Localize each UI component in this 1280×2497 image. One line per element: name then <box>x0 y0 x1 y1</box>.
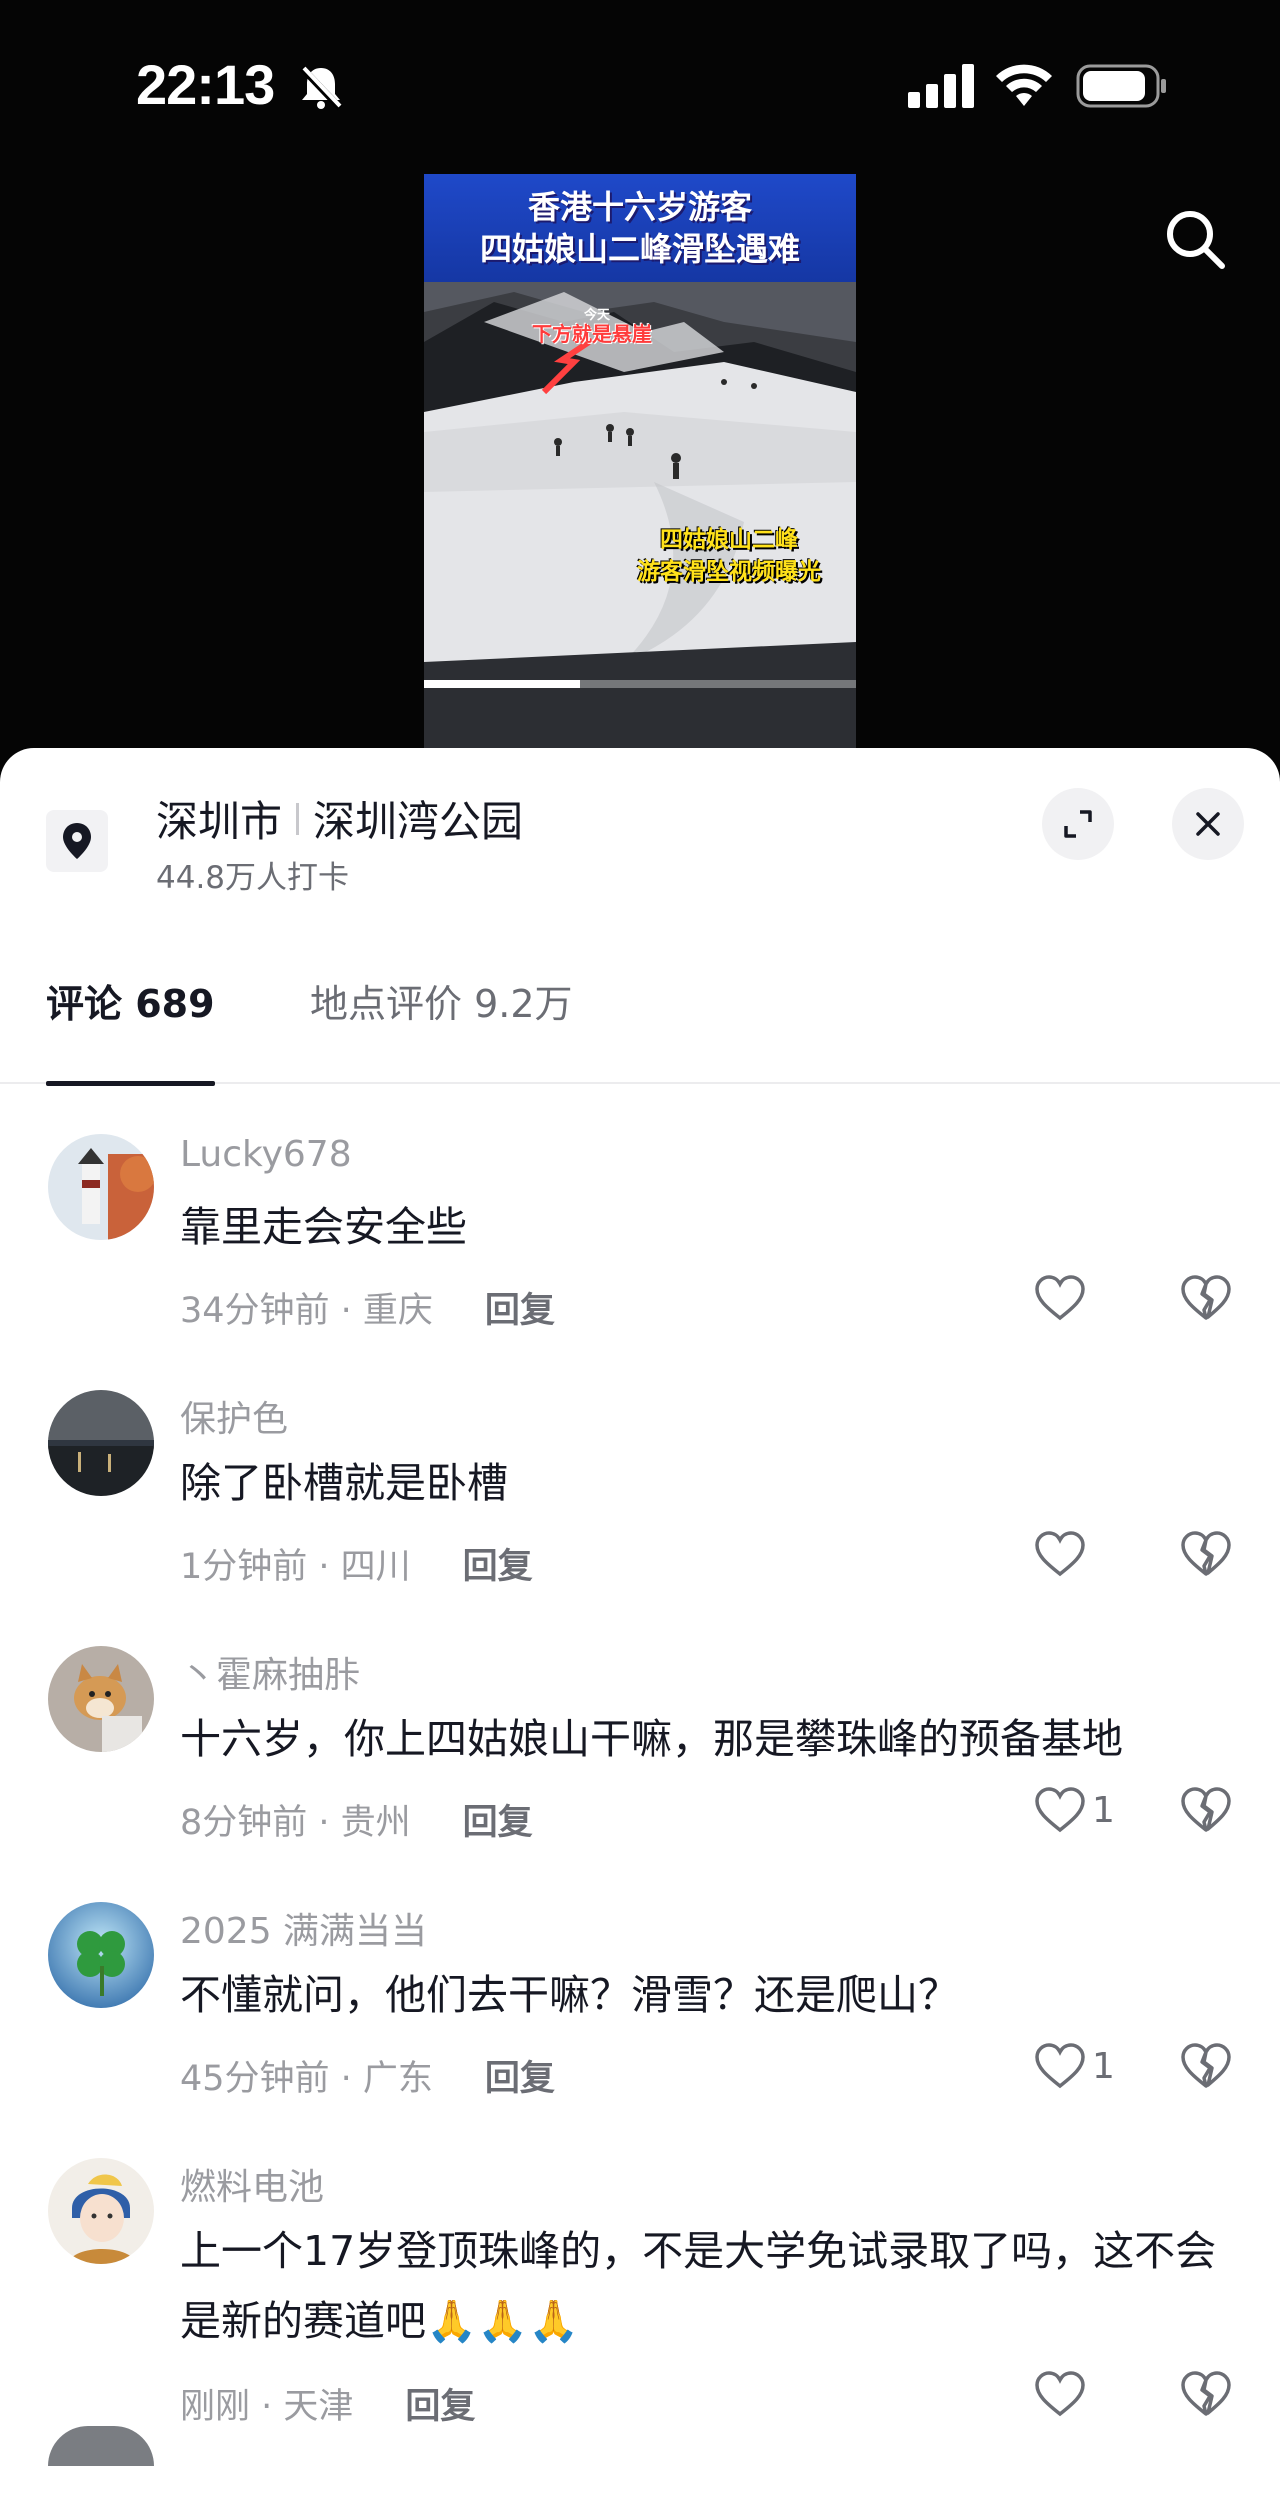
reply-button[interactable]: 回复 <box>463 1538 533 1589</box>
video-progress-bar[interactable] <box>424 680 856 688</box>
broken-heart-icon[interactable] <box>1180 1786 1232 1834</box>
location-title[interactable]: 深圳市 深圳湾公园 <box>156 788 523 849</box>
reply-button[interactable]: 回复 <box>405 2378 475 2429</box>
comment-text: 靠里走会安全些 <box>180 1203 467 1251</box>
broken-heart-icon[interactable] <box>1180 2042 1232 2090</box>
overlay-caption-line1: 四姑娘山二峰 <box>660 527 798 553</box>
comment-time-location: 刚刚 · 天津 <box>180 2387 354 2427</box>
comment-time-location: 45分钟前 · 广东 <box>180 2059 433 2099</box>
tab-comments[interactable]: 评论 689 <box>46 968 215 1086</box>
reply-button[interactable]: 回复 <box>485 1282 555 1333</box>
close-button[interactable] <box>1172 788 1244 860</box>
avatar[interactable] <box>48 2158 154 2264</box>
heart-icon <box>1035 1275 1085 1321</box>
avatar[interactable] <box>48 1646 154 1752</box>
comment-text: 上一个17岁登顶珠峰的，不是大学免试录取了吗，这不会是新的赛道吧🙏🙏🙏 <box>180 2227 1217 2345</box>
like-button[interactable] <box>1034 2370 1092 2418</box>
comment-username[interactable]: 保护色 <box>180 1390 288 1442</box>
location-city: 深圳市 <box>156 797 283 846</box>
avatar[interactable] <box>48 2426 154 2466</box>
like-count: 1 <box>1092 2045 1115 2087</box>
comment-meta: 34分钟前 · 重庆 回复 <box>180 1282 555 1333</box>
video-progress-fill <box>424 680 580 688</box>
location-pin-icon <box>46 810 108 872</box>
broken-heart-icon[interactable] <box>1180 1530 1232 1578</box>
close-icon <box>1196 812 1220 836</box>
comment-username[interactable]: 丶霍麻抽胩 <box>180 1646 360 1698</box>
video-thumbnail[interactable]: 香港十六岁游客 四姑娘山二峰滑坠遇难 今天 下方就是悬崖 四姑娘山二峰 游客滑坠… <box>424 174 856 754</box>
battery-icon <box>1076 64 1166 108</box>
comment-meta: 8分钟前 · 贵州 回复 <box>180 1794 533 1845</box>
comment-meta: 45分钟前 · 广东 回复 <box>180 2050 555 2101</box>
status-bar: 22:13 <box>0 0 1280 170</box>
like-button[interactable]: 1 <box>1034 2042 1115 2090</box>
video-banner-line1: 香港十六岁游客 <box>527 188 752 226</box>
expand-icon <box>1064 810 1092 838</box>
comment-meta: 1分钟前 · 四川 回复 <box>180 1538 533 1589</box>
signal-icon <box>908 64 974 108</box>
tab-bar: 评论 689 地点评价 9.2万 <box>0 968 1280 1086</box>
status-time: 22:13 <box>136 53 275 116</box>
avatar[interactable] <box>48 1902 154 2008</box>
comment-text: 除了卧槽就是卧槽 <box>180 1459 508 1507</box>
like-button[interactable]: 1 <box>1034 1786 1115 1834</box>
bell-off-icon <box>299 65 343 111</box>
search-icon[interactable] <box>1160 204 1230 274</box>
like-count: 1 <box>1092 1789 1115 1831</box>
heart-icon <box>1035 1531 1085 1577</box>
avatar[interactable] <box>48 1390 154 1496</box>
like-button[interactable] <box>1034 1274 1092 1322</box>
video-banner-line2: 四姑娘山二峰滑坠遇难 <box>479 230 800 268</box>
heart-icon <box>1035 2043 1085 2089</box>
comment-time-location: 8分钟前 · 贵州 <box>180 1803 411 1843</box>
comment-text: 不懂就问，他们去干嘛？滑雪？还是爬山？ <box>180 1971 959 2019</box>
overlay-warning: 下方就是悬崖 <box>532 322 652 346</box>
comment-text: 十六岁，你上四姑娘山干嘛，那是攀珠峰的预备基地 <box>180 1715 1123 1763</box>
comment-username[interactable]: Lucky678 <box>180 1134 352 1175</box>
location-separator <box>296 802 300 835</box>
heart-icon <box>1035 1787 1085 1833</box>
overlay-caption: 四姑娘山二峰 游客滑坠视频曝光 <box>604 524 854 588</box>
like-button[interactable] <box>1034 1530 1092 1578</box>
wifi-icon <box>996 64 1052 106</box>
video-banner: 香港十六岁游客 四姑娘山二峰滑坠遇难 <box>424 174 856 282</box>
overlay-caption-line2: 游客滑坠视频曝光 <box>637 559 821 585</box>
avatar[interactable] <box>48 1134 154 1240</box>
comment-username[interactable]: 燃料电池 <box>180 2158 324 2210</box>
reply-button[interactable]: 回复 <box>463 1794 533 1845</box>
location-place: 深圳湾公园 <box>313 797 524 846</box>
tab-place-reviews[interactable]: 地点评价 9.2万 <box>310 968 573 1084</box>
comment-sheet: 深圳市 深圳湾公园 44.8万人打卡 评论 689 地点评价 9.2万 Luck… <box>0 748 1280 2497</box>
heart-icon <box>1035 2371 1085 2417</box>
comment-time-location: 34分钟前 · 重庆 <box>180 1291 433 1331</box>
broken-heart-icon[interactable] <box>1180 1274 1232 1322</box>
reply-button[interactable]: 回复 <box>485 2050 555 2101</box>
comment-meta: 刚刚 · 天津 回复 <box>180 2378 475 2429</box>
location-checkins: 44.8万人打卡 <box>156 860 350 896</box>
broken-heart-icon[interactable] <box>1180 2370 1232 2418</box>
comment-time-location: 1分钟前 · 四川 <box>180 1547 411 1587</box>
expand-button[interactable] <box>1042 788 1114 860</box>
comment-username[interactable]: 2025 满满当当 <box>180 1902 427 1954</box>
